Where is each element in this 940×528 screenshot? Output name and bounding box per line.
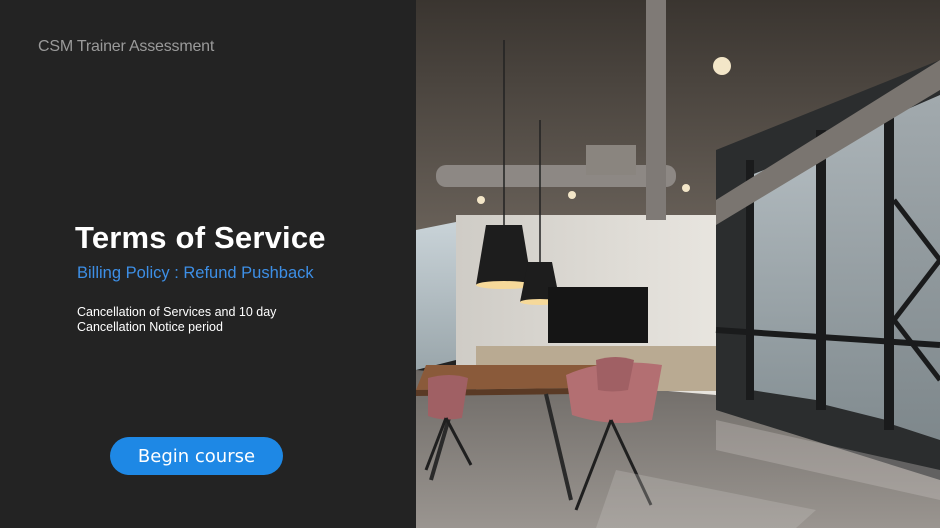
slide-subtitle: Billing Policy : Refund Pushback [77, 264, 314, 282]
begin-course-button[interactable]: Begin course [110, 437, 283, 475]
slide-title: Terms of Service [75, 220, 326, 255]
assessment-kicker: CSM Trainer Assessment [38, 38, 215, 55]
course-slide: CSM Trainer Assessment Terms of Service … [0, 0, 940, 528]
text-panel: CSM Trainer Assessment Terms of Service … [0, 0, 416, 528]
slide-description: Cancellation of Services and 10 day Canc… [77, 305, 277, 334]
office-photo [416, 0, 940, 528]
